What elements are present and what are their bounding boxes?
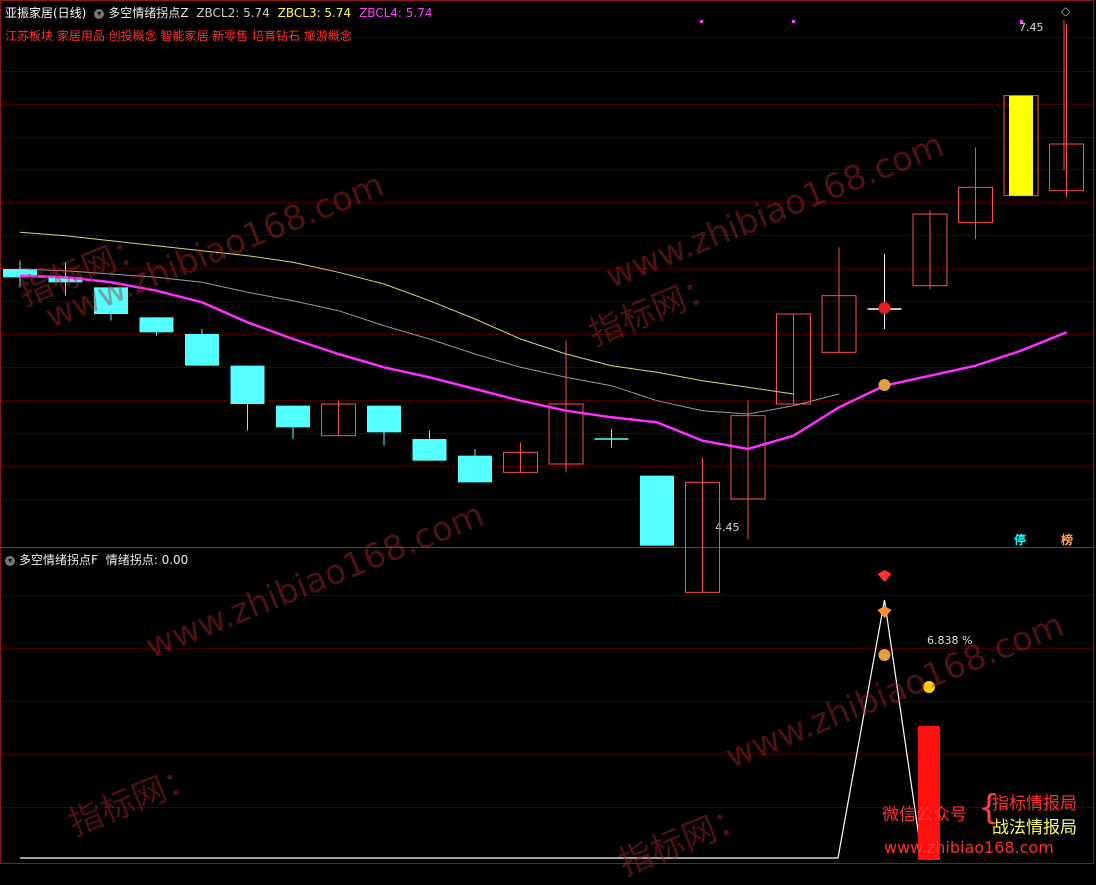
ad-line2: 战法情报局 [992,818,1077,838]
candle-body [640,475,674,546]
emotion-line [20,599,940,859]
candle-body [367,405,401,433]
duo-marker-icon [878,302,891,314]
candle-body [185,334,219,366]
candle-body [458,455,492,483]
chart-layer [3,20,1084,860]
candle-body [230,365,265,404]
ma-gray-line [19,268,840,415]
signal-dot [700,20,703,23]
signal-dot [1020,20,1023,23]
candle-body [276,405,310,428]
money-bag-icon [878,379,891,391]
ma-magenta-line [19,274,1067,451]
candle-body [94,287,128,314]
ad-line1: 指标情报局 [992,794,1077,814]
candle-body [139,317,174,333]
money-bag-icon [878,649,891,661]
gem-icon [877,570,892,582]
wechat-label: 微信公众号 [882,805,967,825]
ad-url: www.zhibiao168.com [884,838,1054,857]
ma-yellow-line [19,231,794,395]
gem-icon [877,606,892,618]
candle-body [412,439,447,461]
smile-icon [923,681,935,693]
candle-body-fill [1009,95,1033,196]
signal-dot [792,20,795,23]
